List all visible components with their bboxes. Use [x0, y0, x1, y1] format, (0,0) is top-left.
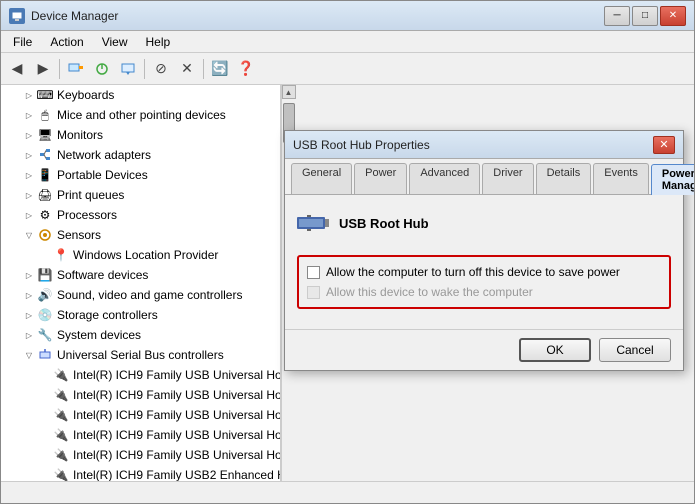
toolbar-sep-3: [203, 59, 204, 79]
uninstall-button[interactable]: ✕: [175, 57, 199, 81]
dialog-close-button[interactable]: ✕: [653, 136, 675, 154]
back-button[interactable]: ◀: [5, 57, 29, 81]
window-title: Device Manager: [31, 9, 118, 23]
power-options-group: Allow the computer to turn off this devi…: [297, 255, 671, 309]
option-allow-wake: Allow this device to wake the computer: [307, 285, 661, 299]
properties-button[interactable]: [64, 57, 88, 81]
menu-help[interactable]: Help: [138, 33, 179, 51]
disable-button[interactable]: ⊘: [149, 57, 173, 81]
dialog-title: USB Root Hub Properties: [293, 138, 430, 152]
usb-properties-dialog: USB Root Hub Properties ✕ General Power …: [284, 130, 684, 371]
content-area: ▷ ⌨ Keyboards ▷ 🖱 Mice and other pointin…: [1, 85, 694, 481]
status-bar: [1, 481, 694, 503]
tab-bar: General Power Advanced Driver Details Ev…: [285, 159, 683, 195]
dialog-buttons: OK Cancel: [285, 329, 683, 370]
option-allow-turnoff: Allow the computer to turn off this devi…: [307, 265, 661, 279]
tab-driver[interactable]: Driver: [482, 163, 533, 194]
help-button[interactable]: ❓: [234, 57, 258, 81]
dialog-content: USB Root Hub Allow the computer to turn …: [285, 195, 683, 329]
scan-button[interactable]: [90, 57, 114, 81]
menu-view[interactable]: View: [94, 33, 136, 51]
tab-power[interactable]: Power: [354, 163, 407, 194]
device-name: USB Root Hub: [339, 216, 429, 231]
toolbar-sep-2: [144, 59, 145, 79]
update-driver-button[interactable]: [116, 57, 140, 81]
tab-details[interactable]: Details: [536, 163, 592, 194]
tab-general[interactable]: General: [291, 163, 352, 194]
tab-advanced[interactable]: Advanced: [409, 163, 480, 194]
allow-turnoff-checkbox[interactable]: [307, 266, 320, 279]
minimize-button[interactable]: ─: [604, 6, 630, 26]
allow-wake-checkbox[interactable]: [307, 286, 320, 299]
cancel-button[interactable]: Cancel: [599, 338, 671, 362]
app-icon: [9, 8, 25, 24]
tab-events[interactable]: Events: [593, 163, 649, 194]
main-window: Device Manager ─ □ ✕ File Action View He…: [0, 0, 695, 504]
title-buttons: ─ □ ✕: [604, 6, 686, 26]
menu-file[interactable]: File: [5, 33, 40, 51]
close-button[interactable]: ✕: [660, 6, 686, 26]
maximize-button[interactable]: □: [632, 6, 658, 26]
ok-button[interactable]: OK: [519, 338, 591, 362]
refresh-button[interactable]: 🔄: [208, 57, 232, 81]
menu-bar: File Action View Help: [1, 31, 694, 53]
menu-action[interactable]: Action: [42, 33, 91, 51]
allow-turnoff-label: Allow the computer to turn off this devi…: [326, 265, 620, 279]
toolbar-sep-1: [59, 59, 60, 79]
allow-wake-label: Allow this device to wake the computer: [326, 285, 533, 299]
title-bar-left: Device Manager: [9, 8, 118, 24]
dialog-titlebar: USB Root Hub Properties ✕: [285, 131, 683, 159]
toolbar: ◀ ▶ ⊘ ✕ 🔄 ❓: [1, 53, 694, 85]
tab-power-management[interactable]: Power Management: [651, 164, 694, 195]
forward-button[interactable]: ▶: [31, 57, 55, 81]
device-icon: [297, 207, 329, 239]
title-bar: Device Manager ─ □ ✕: [1, 1, 694, 31]
device-header: USB Root Hub: [297, 207, 671, 239]
dialog-overlay: USB Root Hub Properties ✕ General Power …: [1, 85, 694, 481]
